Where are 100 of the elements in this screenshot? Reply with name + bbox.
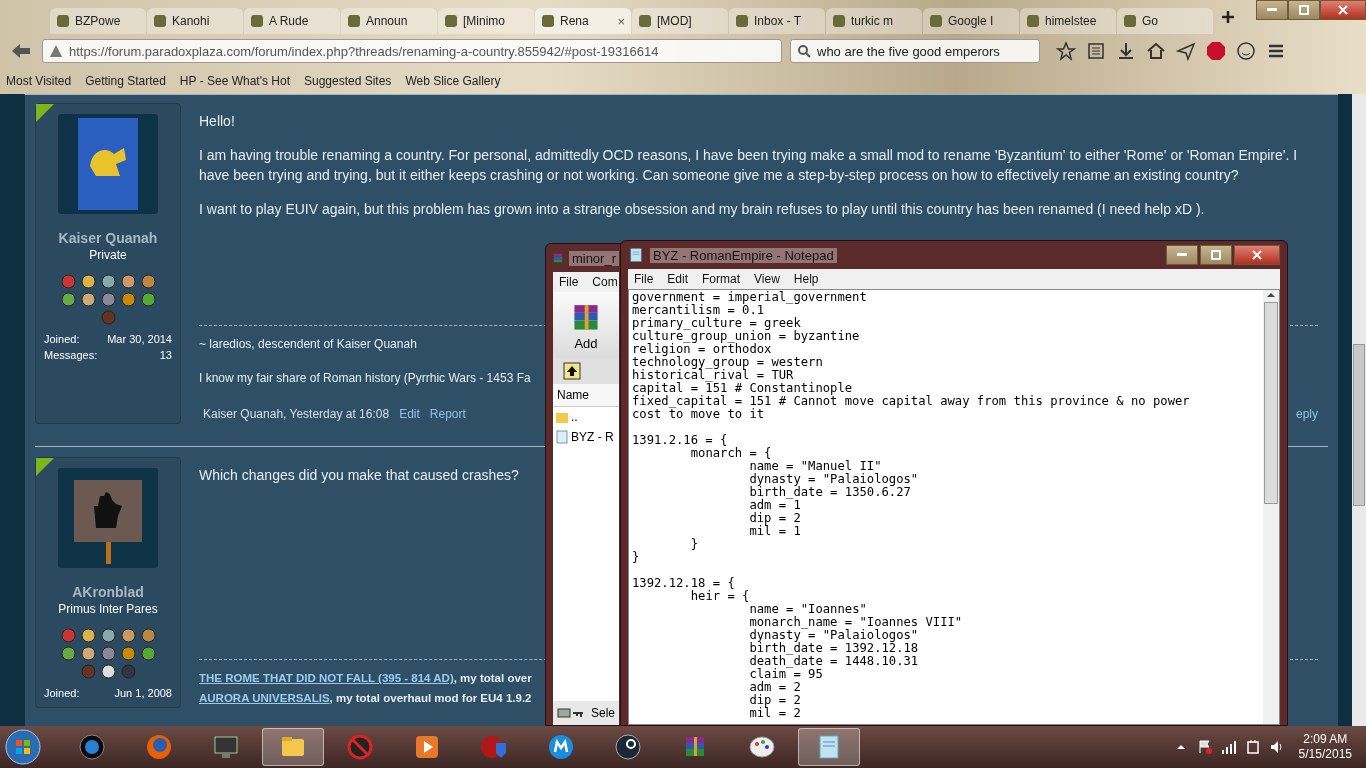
warning-icon	[49, 44, 63, 58]
joined-label: Joined:	[44, 687, 80, 699]
flag-icon[interactable]	[1196, 739, 1213, 755]
code-line: mil = 1	[748, 525, 802, 538]
star-icon[interactable]	[1056, 41, 1076, 61]
add-button[interactable]: Add	[553, 292, 619, 358]
tab-label: Inbox - T	[754, 14, 802, 28]
speaker-icon[interactable]	[1268, 739, 1285, 755]
list-icon[interactable]	[1086, 41, 1106, 61]
code-line: monarch = {	[689, 447, 773, 460]
download-icon[interactable]	[1116, 41, 1136, 61]
stop-sign-icon[interactable]	[1206, 41, 1226, 61]
code-line: religion = orthodox	[632, 343, 773, 356]
signature-link[interactable]: AURORA UNIVERSALIS	[199, 688, 330, 708]
code-line: birth_date = 1350.6.27	[748, 486, 911, 499]
badge-icon	[140, 292, 156, 307]
search-field[interactable]: who are the five good emperors	[790, 39, 1040, 63]
bookmark-link[interactable]: Most Visited	[6, 74, 72, 88]
up-folder-icon[interactable]	[563, 362, 581, 380]
browser-tab[interactable]: Google I	[923, 8, 1019, 34]
bookmark-link[interactable]: Getting Started	[85, 74, 166, 88]
site-icon	[56, 14, 70, 28]
browser-tab[interactable]: himelstee	[1020, 8, 1116, 34]
badge-icon	[60, 628, 76, 643]
menu-item[interactable]: Edit	[667, 272, 689, 286]
badge-icon	[140, 628, 156, 643]
badge-icon	[80, 664, 96, 679]
tab-label: [Minimo	[463, 14, 505, 28]
badge-icon	[60, 292, 76, 307]
close-button[interactable]	[1320, 0, 1366, 20]
code-line: fixed_capital = 151 # Cannot move capital away from this province & no power	[632, 395, 1191, 408]
code-line: }	[632, 551, 641, 564]
clock[interactable]: 2:09 AM 5/15/2015	[1298, 732, 1352, 762]
browser-tab[interactable]: Go	[1117, 8, 1213, 34]
menu-item[interactable]: Help	[793, 272, 819, 286]
send-icon[interactable]	[1176, 41, 1196, 61]
badge-icon	[120, 664, 136, 679]
signal-icon[interactable]	[1220, 739, 1237, 755]
smiley-icon[interactable]	[1236, 41, 1256, 61]
signature-link[interactable]: THE ROME THAT DID NOT FALL (395 - 814 AD)	[199, 668, 454, 688]
browser-tab[interactable]: A Rude	[244, 8, 340, 34]
browser-tab[interactable]: [Minimo	[438, 8, 534, 34]
badge-icon	[120, 646, 136, 661]
notepad-icon	[628, 247, 644, 263]
badge-icon	[60, 274, 76, 289]
code-line: adm = 2	[748, 681, 802, 694]
browser-tab[interactable]: Rena ×	[535, 8, 631, 34]
column-header[interactable]: Name	[553, 384, 619, 407]
bookmark-link[interactable]: Web Slice Gallery	[405, 74, 501, 88]
bookmark-link[interactable]: HP - See What's Hot	[179, 74, 290, 88]
scrollbar[interactable]	[1352, 94, 1366, 726]
menu-item[interactable]: Com	[592, 275, 618, 289]
tab-label: Rena	[560, 14, 589, 28]
address-bar[interactable]: https://forum.paradoxplaza.com/forum/index.php?threads/renaming-a-country.855942/#post-19316614	[42, 39, 782, 63]
bookmark-link[interactable]: Suggested Sites	[303, 74, 392, 88]
minimize-icon	[1177, 253, 1187, 257]
post-action-link[interactable]: Edit	[399, 404, 420, 424]
code-line: historical_rival = TUR	[632, 369, 794, 382]
post-action-link[interactable]: Report	[429, 404, 466, 424]
scroll-up-icon[interactable]	[1266, 290, 1276, 300]
browser-tab[interactable]: Inbox - T	[729, 8, 825, 34]
file-row[interactable]: ..	[553, 407, 619, 427]
minimize-icon	[1267, 8, 1277, 12]
menu-item[interactable]: Format	[702, 272, 741, 286]
start-button[interactable]	[4, 728, 42, 766]
badge-icon	[120, 274, 136, 289]
username[interactable]: Kaiser Quanah	[58, 230, 158, 246]
site-icon	[250, 14, 264, 28]
power-icon[interactable]	[1244, 739, 1261, 755]
username[interactable]: AKronblad	[72, 584, 144, 600]
code-line: heir = {	[689, 590, 751, 603]
menu-item[interactable]: View	[754, 272, 780, 286]
site-icon	[638, 14, 652, 28]
home-icon[interactable]	[1146, 41, 1166, 61]
badge-icon	[80, 628, 96, 643]
close-button[interactable]	[1234, 245, 1280, 265]
signature-text: , my total over	[453, 671, 532, 686]
browser-tab[interactable]: Kanohi	[147, 8, 243, 34]
maximize-button[interactable]	[1200, 245, 1232, 265]
badge-icon	[80, 646, 96, 661]
browser-tab[interactable]: Announ	[341, 8, 437, 34]
menu-item[interactable]: File	[559, 275, 579, 289]
minimize-button[interactable]	[1256, 0, 1288, 20]
file-row[interactable]: BYZ - R	[553, 427, 619, 447]
badge-icon	[100, 628, 116, 643]
window-title: minor_r	[568, 250, 619, 266]
minimize-button[interactable]	[1166, 245, 1198, 265]
tab-close-button[interactable]: ×	[617, 13, 625, 29]
browser-tab[interactable]: turkic m	[826, 8, 922, 34]
restore-button[interactable]	[1288, 0, 1320, 20]
code-line: death_date = 1448.10.31	[748, 655, 920, 668]
browser-tab[interactable]: BZPowe	[50, 8, 146, 34]
menu-item[interactable]: File	[634, 272, 654, 286]
browser-tab[interactable]: [MOD]	[632, 8, 728, 34]
post-text: I am having trouble renaming a country. For personal, admittedly OCD reasons, I have been trying make a small mod to rename 'Byzantium' to either 'Rome' or 'Roman Empire'. I have been trying and trying, but it either keeps crashing or not working. Can someone give me a step-by-step process on how to effectively rename an existing country?	[199, 146, 1299, 185]
code-line: dip = 2	[748, 512, 802, 525]
scrollbar[interactable]	[1263, 290, 1279, 724]
code-line: primary_culture = greek	[632, 317, 801, 330]
reply-link[interactable]: eply	[1296, 404, 1318, 424]
tab-label: Announ	[366, 14, 408, 28]
